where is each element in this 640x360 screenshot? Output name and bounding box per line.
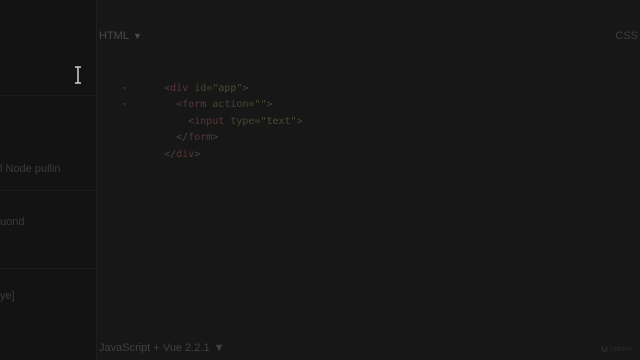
- watermark: Udemy: [601, 345, 632, 354]
- code-punctuation: </: [164, 148, 177, 160]
- css-panel-title[interactable]: CSS: [615, 30, 638, 42]
- sidebar-text-fragment: l Node pullin: [0, 163, 61, 175]
- code-line[interactable]: ▾ <div id="app">: [122, 64, 303, 94]
- sidebar-text-fragment: uond: [0, 216, 25, 228]
- html-panel-header[interactable]: HTML ▼: [99, 30, 142, 42]
- chevron-down-icon[interactable]: ▼: [214, 342, 225, 354]
- panel-separator: [96, 0, 97, 360]
- sidebar-divider: [0, 268, 96, 269]
- code-tag: div: [176, 148, 195, 160]
- chevron-down-icon[interactable]: ▼: [133, 31, 142, 41]
- code-punctuation: >: [194, 148, 201, 160]
- sidebar-text-fragment: ye]: [0, 290, 15, 302]
- js-panel-header[interactable]: JavaScript + Vue 2.2.1 ▼: [99, 342, 224, 354]
- code-line[interactable]: </div>: [122, 130, 303, 160]
- sidebar-divider: [0, 190, 96, 191]
- watermark-text: Udemy: [609, 346, 632, 353]
- html-code-editor[interactable]: ▾ <div id="app"> ▾ <form action=""> <inpu…: [122, 64, 303, 160]
- code-line[interactable]: ▾ <form action="">: [122, 81, 303, 110]
- udemy-logo-icon: [601, 345, 608, 354]
- code-line[interactable]: <input type="text">: [122, 97, 302, 127]
- html-panel-title: HTML: [99, 30, 129, 42]
- js-panel-title: JavaScript + Vue 2.2.1: [99, 342, 210, 354]
- sidebar: l Node pullin uond ye]: [0, 0, 96, 360]
- code-line[interactable]: </form>: [122, 114, 303, 143]
- sidebar-divider: [0, 95, 96, 96]
- text-cursor-icon: [73, 66, 83, 84]
